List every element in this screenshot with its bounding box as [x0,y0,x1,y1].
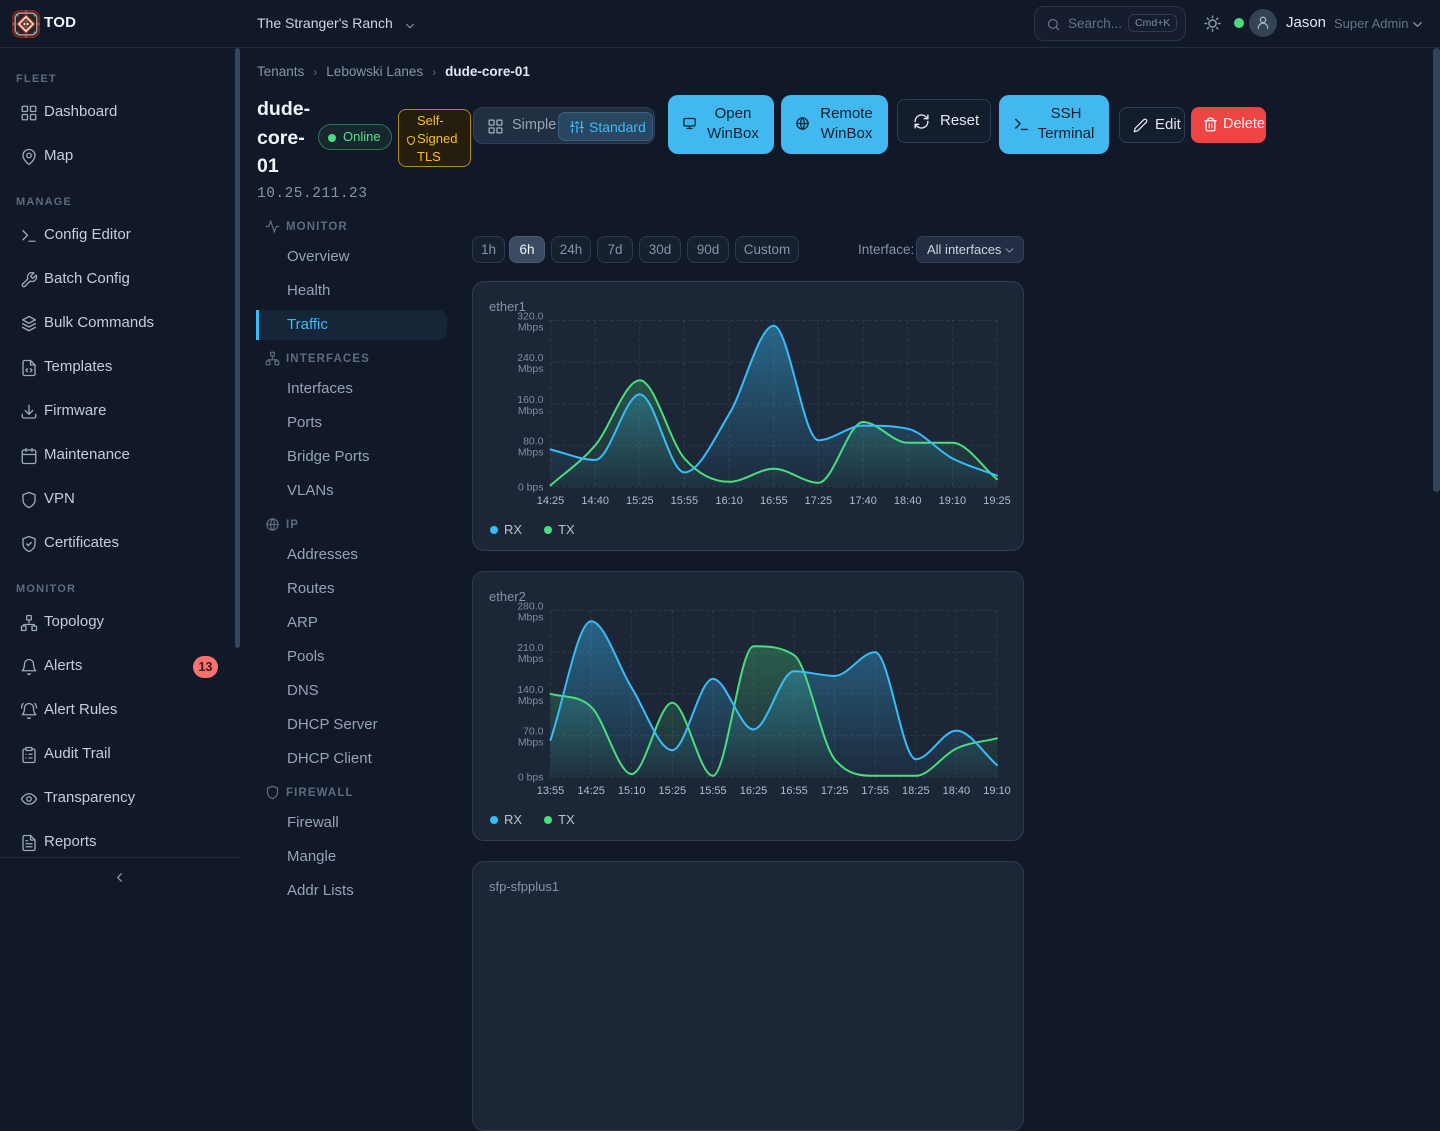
svg-text:15:10: 15:10 [618,785,646,797]
svg-text:15:25: 15:25 [626,495,654,507]
svg-text:13:55: 13:55 [537,785,565,797]
svg-text:18:25: 18:25 [902,785,930,797]
svg-text:14:40: 14:40 [581,495,609,507]
svg-text:16:55: 16:55 [760,495,788,507]
svg-text:17:40: 17:40 [849,495,877,507]
svg-text:14:25: 14:25 [577,785,605,797]
svg-text:19:25: 19:25 [983,495,1011,507]
svg-text:Mbps: Mbps [518,322,544,334]
svg-text:15:55: 15:55 [699,785,727,797]
svg-text:Mbps: Mbps [518,736,544,748]
svg-text:16:55: 16:55 [780,785,808,797]
svg-text:17:25: 17:25 [821,785,849,797]
svg-text:Mbps: Mbps [518,446,544,458]
svg-text:Mbps: Mbps [518,363,544,375]
svg-text:0 bps: 0 bps [518,482,544,494]
svg-text:14:25: 14:25 [537,495,565,507]
svg-text:15:55: 15:55 [671,495,699,507]
svg-text:Mbps: Mbps [518,612,544,624]
svg-text:18:40: 18:40 [894,495,922,507]
svg-text:17:55: 17:55 [861,785,889,797]
svg-text:16:25: 16:25 [740,785,768,797]
svg-text:17:25: 17:25 [805,495,833,507]
svg-text:Mbps: Mbps [518,405,544,417]
svg-text:Mbps: Mbps [518,695,544,707]
svg-text:16:10: 16:10 [715,495,743,507]
svg-text:18:40: 18:40 [943,785,971,797]
svg-text:15:25: 15:25 [659,785,687,797]
svg-text:Mbps: Mbps [518,653,544,665]
svg-text:0 bps: 0 bps [518,772,544,784]
svg-text:19:10: 19:10 [983,785,1011,797]
svg-text:19:10: 19:10 [939,495,967,507]
